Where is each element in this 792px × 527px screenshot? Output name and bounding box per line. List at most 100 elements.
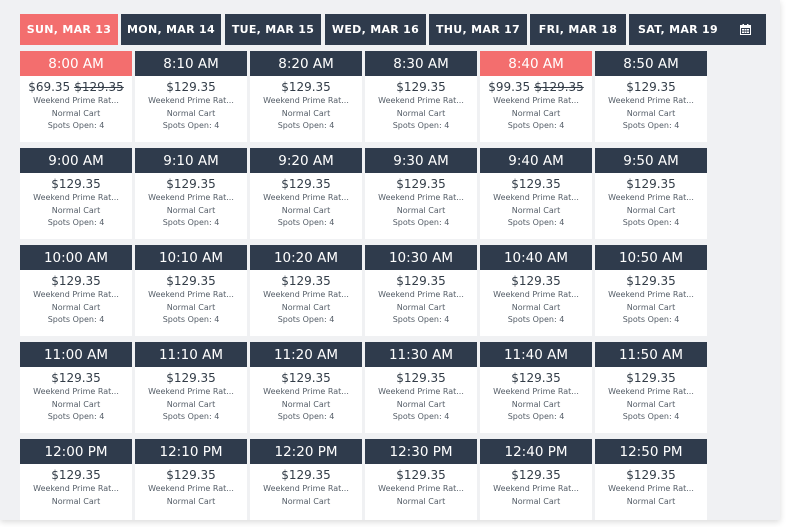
slot-price: $129.35 xyxy=(396,177,446,191)
tee-time-slot[interactable]: 8:10 AM $129.35 Weekend Prime Rat... Normal… xyxy=(135,51,247,142)
slot-price-row: $129.35 xyxy=(595,467,707,483)
tab-sun-mar-13[interactable]: SUN, MAR 13 xyxy=(20,14,118,45)
tee-time-slot[interactable]: 8:40 AM $99.35 $129.35 Weekend Prime Rat...… xyxy=(480,51,592,142)
tee-time-slot[interactable]: 9:00 AM $129.35 Weekend Prime Rat... Normal… xyxy=(20,148,132,239)
tee-time-slot[interactable]: 9:10 AM $129.35 Weekend Prime Rat... Normal… xyxy=(135,148,247,239)
slot-price-row: $129.35 xyxy=(135,176,247,192)
tee-time-slot[interactable]: 10:10 AM $129.35 Weekend Prime Rat... Norma… xyxy=(135,245,247,336)
tee-time-slot[interactable]: 12:50 PM $129.35 Weekend Prime Rat... Norma… xyxy=(595,439,707,520)
tee-time-slot[interactable]: 10:20 AM $129.35 Weekend Prime Rat... Norma… xyxy=(250,245,362,336)
tee-time-slot[interactable]: 9:20 AM $129.35 Weekend Prime Rat... Normal… xyxy=(250,148,362,239)
slot-spots-open: Spots Open: 4 xyxy=(392,121,450,130)
tee-time-slot[interactable]: 9:30 AM $129.35 Weekend Prime Rat... Normal… xyxy=(365,148,477,239)
tab-thu-mar-17[interactable]: THU, MAR 17 xyxy=(429,14,527,45)
slot-price: $129.35 xyxy=(396,274,446,288)
slot-price: $129.35 xyxy=(626,177,676,191)
slot-price-row: $129.35 xyxy=(250,79,362,95)
slot-time: 9:10 AM xyxy=(135,148,247,173)
tee-time-slot[interactable]: 12:40 PM $129.35 Weekend Prime Rat... Norma… xyxy=(480,439,592,520)
tee-time-slot[interactable]: 8:00 AM $69.35 $129.35 Weekend Prime Rat...… xyxy=(20,51,132,142)
slot-price: $129.35 xyxy=(626,80,676,94)
slot-spots-open: Spots Open: 4 xyxy=(162,218,220,227)
slot-price-row: $129.35 xyxy=(595,370,707,386)
tee-time-slot[interactable]: 9:40 AM $129.35 Weekend Prime Rat... Normal… xyxy=(480,148,592,239)
slot-rate-name: Weekend Prime Rat... xyxy=(493,484,579,493)
slot-rate-name: Weekend Prime Rat... xyxy=(148,96,234,105)
tab-fri-mar-18[interactable]: FRI, MAR 18 xyxy=(530,14,626,45)
tee-time-slot[interactable]: 11:30 AM $129.35 Weekend Prime Rat... Norma… xyxy=(365,342,477,433)
tab-wed-mar-16[interactable]: WED, MAR 16 xyxy=(325,14,426,45)
tee-time-slot[interactable]: 11:50 AM $129.35 Weekend Prime Rat... Norma… xyxy=(595,342,707,433)
tee-time-slot[interactable]: 8:20 AM $129.35 Weekend Prime Rat... Normal… xyxy=(250,51,362,142)
slot-cart-type: Normal Cart xyxy=(281,399,331,409)
slot-time: 10:40 AM xyxy=(480,245,592,270)
slot-time: 12:30 PM xyxy=(365,439,477,464)
slot-rate-name: Weekend Prime Rat... xyxy=(378,193,464,202)
slot-time: 10:20 AM xyxy=(250,245,362,270)
slot-price-row: $129.35 xyxy=(20,370,132,386)
slot-cart-type: Normal Cart xyxy=(396,302,446,312)
slot-price-row: $99.35 $129.35 xyxy=(480,79,592,95)
slot-rate-name: Weekend Prime Rat... xyxy=(263,96,349,105)
slot-price: $129.35 xyxy=(166,80,216,94)
tee-time-slot[interactable]: 12:20 PM $129.35 Weekend Prime Rat... Norma… xyxy=(250,439,362,520)
slot-cart-type: Normal Cart xyxy=(51,108,101,118)
tee-time-slot[interactable]: 11:40 AM $129.35 Weekend Prime Rat... Norma… xyxy=(480,342,592,433)
tee-time-slot[interactable]: 11:00 AM $129.35 Weekend Prime Rat... Norma… xyxy=(20,342,132,433)
tee-time-slot[interactable]: 12:00 PM $129.35 Weekend Prime Rat... Norma… xyxy=(20,439,132,520)
slot-time: 9:00 AM xyxy=(20,148,132,173)
slot-price-row: $129.35 xyxy=(135,79,247,95)
slot-rate-name: Weekend Prime Rat... xyxy=(378,290,464,299)
slot-time: 9:50 AM xyxy=(595,148,707,173)
slot-cart-type: Normal Cart xyxy=(281,302,331,312)
tee-time-slot[interactable]: 9:50 AM $129.35 Weekend Prime Rat... Normal… xyxy=(595,148,707,239)
slot-rate-name: Weekend Prime Rat... xyxy=(33,193,119,202)
slot-spots-open: Spots Open: 4 xyxy=(507,315,565,324)
tee-time-slot[interactable]: 12:30 PM $129.35 Weekend Prime Rat... Norma… xyxy=(365,439,477,520)
tee-time-slot[interactable]: 10:00 AM $129.35 Weekend Prime Rat... Norma… xyxy=(20,245,132,336)
slot-spots-open: Spots Open: 4 xyxy=(47,412,105,421)
slot-price-row: $129.35 xyxy=(135,273,247,289)
slot-price-row: $129.35 xyxy=(250,370,362,386)
slot-cart-type: Normal Cart xyxy=(281,108,331,118)
slot-price: $129.35 xyxy=(626,468,676,482)
slot-price-row: $129.35 xyxy=(365,273,477,289)
tab-sat-mar-19[interactable]: SAT, MAR 19 xyxy=(629,14,727,45)
slot-time: 10:00 AM xyxy=(20,245,132,270)
slot-rate-name: Weekend Prime Rat... xyxy=(263,193,349,202)
slot-price: $129.35 xyxy=(51,274,101,288)
tee-time-slot[interactable]: 11:10 AM $129.35 Weekend Prime Rat... Norma… xyxy=(135,342,247,433)
tee-time-slot[interactable]: 10:30 AM $129.35 Weekend Prime Rat... Norma… xyxy=(365,245,477,336)
slot-price-row: $129.35 xyxy=(480,176,592,192)
slot-spots-open: Spots Open: 4 xyxy=(622,121,680,130)
slot-spots-open: Spots Open: 4 xyxy=(622,412,680,421)
slot-spots-open: Spots Open: 4 xyxy=(507,218,565,227)
calendar-button[interactable] xyxy=(725,14,766,45)
tee-time-slot[interactable]: 8:30 AM $129.35 Weekend Prime Rat... Normal… xyxy=(365,51,477,142)
tee-time-slot[interactable]: 8:50 AM $129.35 Weekend Prime Rat... Normal… xyxy=(595,51,707,142)
tab-mon-mar-14[interactable]: MON, MAR 14 xyxy=(121,14,221,45)
slot-time: 11:10 AM xyxy=(135,342,247,367)
slot-rate-name: Weekend Prime Rat... xyxy=(493,193,579,202)
slot-time: 12:10 PM xyxy=(135,439,247,464)
slot-cart-type: Normal Cart xyxy=(166,205,216,215)
slot-rate-name: Weekend Prime Rat... xyxy=(148,290,234,299)
tee-time-slot[interactable]: 10:40 AM $129.35 Weekend Prime Rat... Norma… xyxy=(480,245,592,336)
tee-time-slot[interactable]: 12:10 PM $129.35 Weekend Prime Rat... Norma… xyxy=(135,439,247,520)
tee-time-slot[interactable]: 11:20 AM $129.35 Weekend Prime Rat... Norma… xyxy=(250,342,362,433)
slot-spots-open: Spots Open: 4 xyxy=(162,315,220,324)
tab-tue-mar-15[interactable]: TUE, MAR 15 xyxy=(225,14,321,45)
slot-price-row: $129.35 xyxy=(20,273,132,289)
slot-price: $129.35 xyxy=(166,468,216,482)
slot-time: 10:10 AM xyxy=(135,245,247,270)
slot-price: $129.35 xyxy=(166,371,216,385)
slot-time: 9:20 AM xyxy=(250,148,362,173)
slot-price-row: $129.35 xyxy=(595,176,707,192)
slot-rate-name: Weekend Prime Rat... xyxy=(33,290,119,299)
slot-price: $129.35 xyxy=(511,468,561,482)
slot-spots-open: Spots Open: 4 xyxy=(162,412,220,421)
slot-spots-open: Spots Open: 4 xyxy=(392,315,450,324)
tee-time-slot[interactable]: 10:50 AM $129.35 Weekend Prime Rat... Norma… xyxy=(595,245,707,336)
slot-rate-name: Weekend Prime Rat... xyxy=(263,387,349,396)
slot-time: 9:30 AM xyxy=(365,148,477,173)
